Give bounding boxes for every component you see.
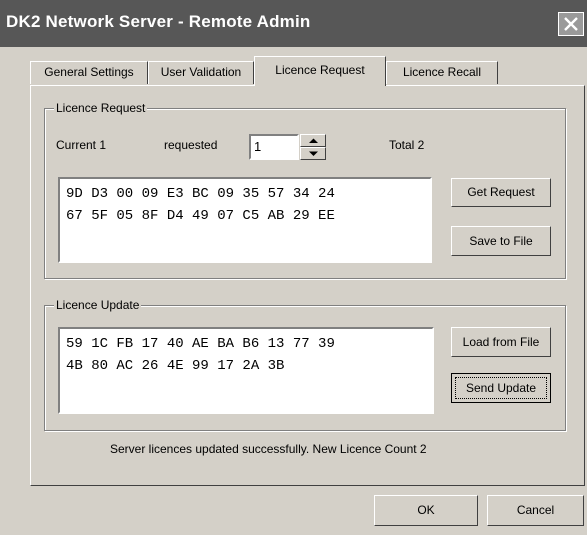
tab-label: Licence Request (275, 63, 365, 77)
save-to-file-button[interactable]: Save to File (451, 226, 551, 256)
tab-label: User Validation (160, 65, 242, 79)
close-button[interactable] (558, 12, 584, 36)
button-label: OK (417, 503, 435, 517)
button-label: Get Request (467, 185, 535, 199)
spin-up-button[interactable] (300, 134, 326, 147)
licence-request-group-label: Licence Request (54, 101, 148, 115)
spin-down-button[interactable] (300, 147, 326, 160)
cancel-button[interactable]: Cancel (487, 495, 584, 526)
licence-update-group-label: Licence Update (54, 298, 142, 312)
status-message: Server licences updated successfully. Ne… (110, 442, 427, 456)
total-label: Total 2 (389, 138, 425, 152)
tab-label: General Settings (44, 65, 134, 79)
title-bar[interactable]: DK2 Network Server - Remote Admin (0, 0, 587, 47)
current-label: Current 1 (56, 138, 107, 152)
tab-user-validation[interactable]: User Validation (148, 61, 254, 84)
close-icon (564, 17, 578, 31)
button-label: Load from File (462, 335, 540, 349)
requested-spinner (300, 134, 326, 160)
tab-general-settings[interactable]: General Settings (30, 61, 148, 84)
arrow-up-icon (309, 138, 318, 143)
window-title: DK2 Network Server - Remote Admin (6, 12, 311, 31)
update-data-textbox[interactable]: 59 1C FB 17 40 AE BA B6 13 77 39 4B 80 A… (58, 327, 434, 414)
requested-label: requested (164, 138, 218, 152)
arrow-down-icon (309, 151, 318, 156)
request-data-textbox[interactable]: 9D D3 00 09 E3 BC 09 35 57 34 24 67 5F 0… (58, 177, 432, 263)
focus-indicator (455, 377, 547, 399)
tab-licence-request[interactable]: Licence Request (254, 56, 386, 86)
button-label: Cancel (516, 503, 555, 517)
send-update-button[interactable]: Send Update (451, 373, 551, 403)
get-request-button[interactable]: Get Request (451, 178, 551, 207)
remote-admin-dialog: DK2 Network Server - Remote Admin Genera… (0, 0, 587, 535)
tab-licence-recall[interactable]: Licence Recall (386, 61, 498, 84)
tab-label: Licence Recall (402, 65, 482, 79)
ok-button[interactable]: OK (374, 495, 478, 526)
requested-input[interactable]: 1 (249, 134, 299, 160)
load-from-file-button[interactable]: Load from File (451, 327, 551, 357)
button-label: Save to File (469, 234, 533, 248)
